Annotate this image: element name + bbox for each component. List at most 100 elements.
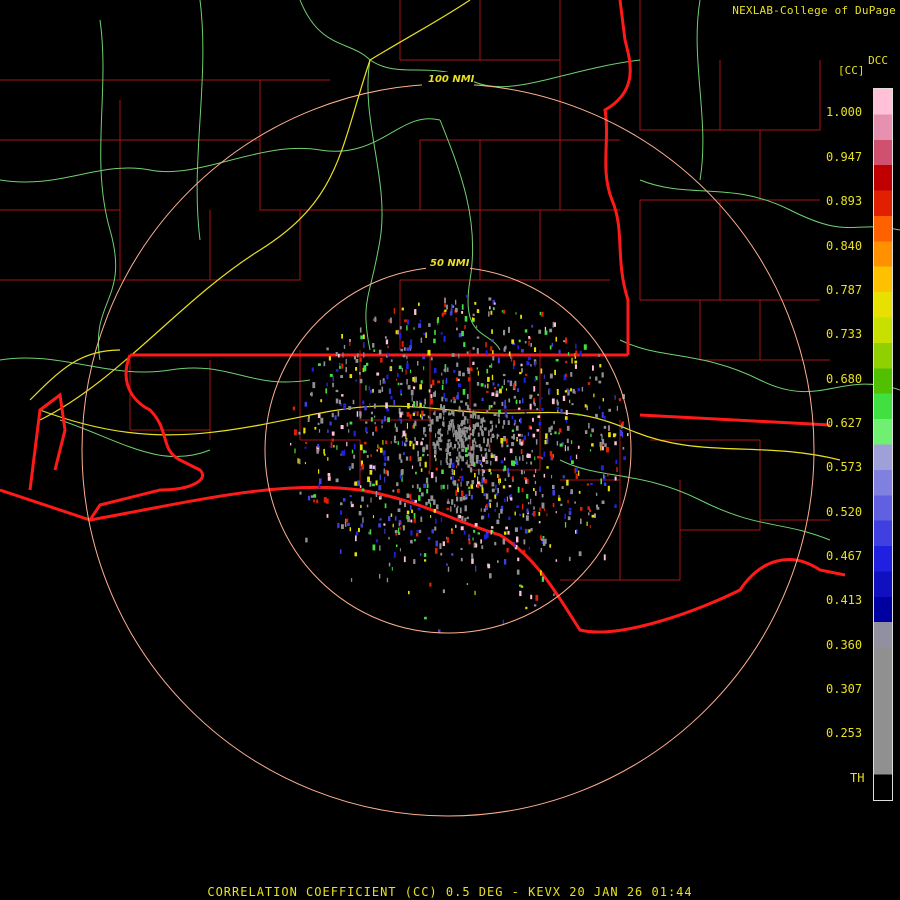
echo-pixel: [425, 332, 427, 338]
echo-pixel: [450, 506, 452, 512]
echo-pixel: [541, 502, 545, 509]
echo-pixel: [502, 485, 506, 489]
echo-pixel: [335, 398, 339, 404]
echo-pixel: [338, 399, 341, 405]
echo-pixel: [483, 508, 486, 512]
echo-pixel: [505, 388, 507, 391]
echo-pixel: [557, 409, 559, 413]
echo-pixel: [464, 494, 468, 498]
echo-pixel: [455, 436, 458, 442]
echo-pixel: [614, 441, 617, 446]
echo-pixel: [566, 479, 569, 486]
echo-pixel: [549, 451, 553, 457]
echo-pixel: [491, 374, 494, 381]
echo-pixel: [615, 459, 618, 465]
echo-pixel: [584, 404, 587, 408]
echo-pixel: [519, 526, 522, 530]
echo-pixel: [460, 481, 462, 487]
echo-pixel: [424, 461, 427, 468]
echo-pixel: [556, 407, 560, 410]
echo-pixel: [614, 504, 617, 508]
echo-pixel: [537, 415, 541, 418]
echo-pixel: [412, 412, 415, 416]
echo-pixel: [509, 448, 513, 454]
echo-pixel: [533, 506, 535, 510]
echo-pixel: [481, 471, 484, 477]
echo-pixel: [470, 367, 473, 372]
echo-pixel: [493, 401, 496, 405]
echo-pixel: [423, 553, 427, 557]
legend-unit: [CC]: [838, 64, 865, 77]
echo-pixel: [457, 479, 460, 482]
echo-pixel: [427, 499, 431, 504]
echo-pixel: [339, 366, 341, 369]
echo-pixel: [381, 420, 384, 424]
echo-pixel: [603, 474, 605, 479]
echo-pixel: [400, 418, 402, 424]
echo-pixel: [482, 419, 486, 423]
echo-pixel: [483, 437, 485, 444]
echo-pixel: [434, 526, 437, 531]
echo-pixel: [487, 376, 490, 382]
echo-pixel: [316, 499, 319, 504]
echo-pixel: [586, 483, 590, 486]
echo-pixel: [432, 379, 435, 386]
echo-pixel: [426, 489, 429, 494]
echo-pixel: [412, 484, 414, 488]
echo-pixel: [473, 427, 475, 432]
echo-pixel: [441, 469, 444, 474]
echo-pixel: [508, 516, 511, 520]
echo-pixel: [457, 435, 460, 438]
legend-tick: 0.413: [826, 593, 863, 607]
echo-pixel: [506, 547, 509, 553]
echo-pixel: [589, 525, 591, 529]
echo-pixel: [427, 424, 431, 427]
echo-pixel: [406, 379, 408, 385]
echo-pixel: [323, 453, 326, 456]
echo-pixel: [530, 461, 533, 465]
echo-pixel: [567, 352, 570, 356]
echo-pixel: [489, 573, 492, 579]
echo-pixel: [491, 424, 494, 431]
echo-pixel: [404, 443, 407, 447]
echo-pixel: [462, 372, 465, 377]
echo-pixel: [540, 570, 542, 576]
echo-pixel: [530, 364, 532, 367]
echo-pixel: [389, 367, 392, 370]
echo-pixel: [551, 398, 555, 405]
echo-pixel: [387, 470, 389, 477]
echo-pixel: [488, 430, 490, 437]
echo-pixel: [541, 457, 544, 460]
echo-pixel: [513, 423, 515, 426]
echo-pixel: [481, 478, 483, 484]
echo-pixel: [465, 402, 468, 406]
echo-pixel: [406, 363, 409, 369]
echo-pixel: [568, 556, 571, 562]
echo-pixel: [457, 441, 460, 445]
echo-pixel: [440, 404, 442, 409]
echo-pixel: [292, 406, 296, 411]
echo-pixel: [507, 530, 510, 535]
echo-pixel: [326, 382, 328, 387]
echo-pixel: [608, 408, 611, 412]
echo-pixel: [453, 469, 455, 476]
echo-pixel: [539, 311, 542, 316]
echo-pixel: [446, 507, 450, 511]
echo-pixel: [359, 378, 363, 384]
echo-pixel: [414, 539, 416, 542]
echo-pixel: [341, 363, 344, 369]
echo-pixel: [492, 307, 495, 311]
echo-pixel: [600, 478, 602, 485]
echo-pixel: [333, 445, 335, 448]
echo-pixel: [341, 524, 344, 529]
echo-pixel: [401, 440, 404, 446]
ring-labels: 100 NMI 50 NMI: [422, 72, 475, 270]
echo-pixel: [492, 382, 495, 386]
echo-pixel: [332, 382, 334, 388]
echo-pixel: [429, 582, 432, 587]
echo-pixel: [418, 302, 420, 306]
echo-pixel: [486, 410, 489, 414]
echo-pixel: [526, 478, 529, 485]
echo-pixel: [379, 545, 381, 551]
echo-pixel: [342, 498, 346, 502]
